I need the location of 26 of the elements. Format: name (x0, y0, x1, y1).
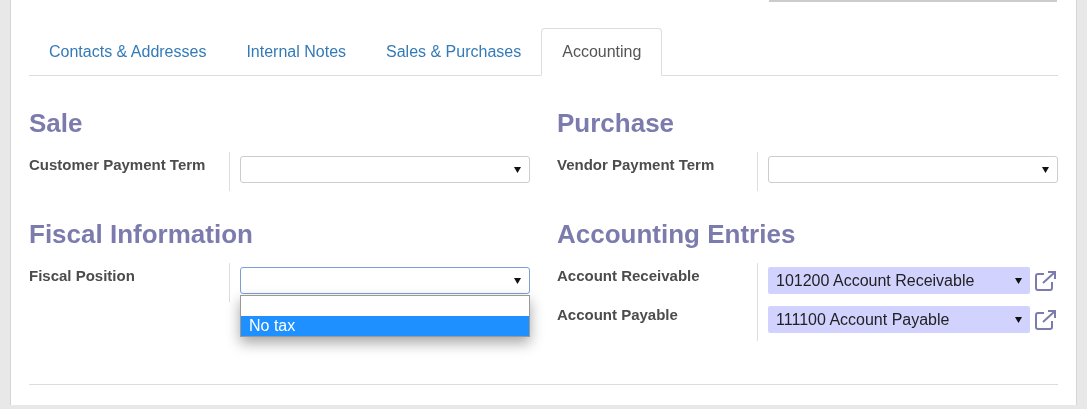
dropdown-option[interactable]: No tax (241, 316, 529, 336)
caret-icon (1015, 316, 1022, 323)
tab[interactable]: Sales & Purchases (366, 28, 542, 75)
account-select[interactable]: 101200 Account Receivable (768, 267, 1030, 294)
caret-icon (514, 277, 521, 284)
field-label: Account Payable (557, 305, 679, 325)
external-link-icon[interactable] (1034, 308, 1058, 331)
field-label: Fiscal Position (29, 266, 136, 286)
account-select[interactable]: 111100 Account Payable (768, 306, 1030, 333)
field-label: Vendor Payment Term (557, 155, 716, 175)
tab[interactable]: Accounting (541, 28, 663, 76)
field-label: Customer Payment Term (29, 155, 207, 175)
field-label: Account Receivable (557, 266, 701, 286)
section-heading: Purchase (557, 108, 676, 138)
caret-icon (1015, 277, 1022, 284)
section-heading: Sale (29, 108, 84, 138)
tab[interactable]: Internal Notes (226, 28, 367, 75)
caret-icon (1042, 166, 1049, 173)
select-field[interactable] (768, 156, 1058, 183)
section-heading: Fiscal Information (29, 219, 254, 249)
caret-icon (514, 166, 521, 173)
external-link-icon[interactable] (1034, 269, 1058, 292)
select-field[interactable] (240, 156, 530, 183)
select-field[interactable] (240, 267, 530, 294)
tab[interactable]: Contacts & Addresses (29, 28, 227, 75)
section-heading: Accounting Entries (557, 219, 797, 249)
